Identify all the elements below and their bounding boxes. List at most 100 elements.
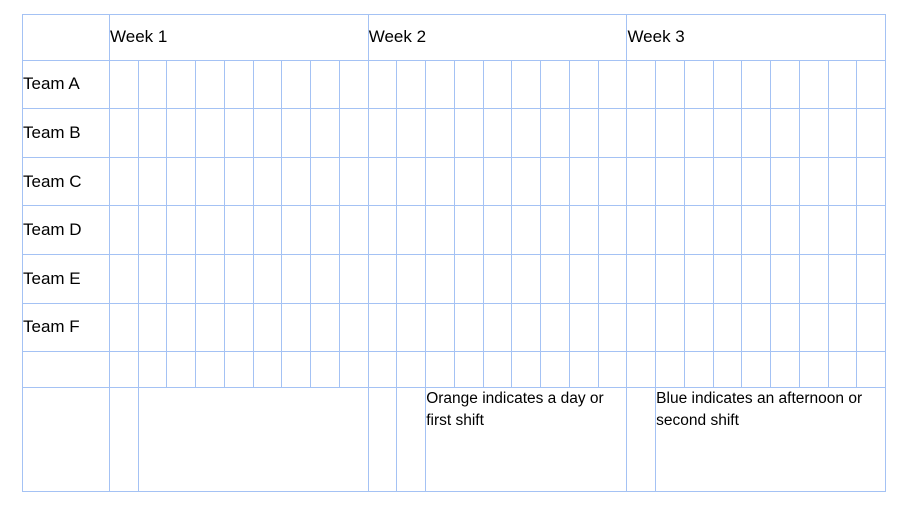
shift-cell-orange[interactable] [856,302,887,353]
shift-cell-empty[interactable] [281,254,312,304]
shift-cell-empty[interactable] [137,108,168,158]
shift-cell-empty[interactable] [568,108,599,158]
shift-cell-empty[interactable] [425,108,455,158]
shift-cell-purple[interactable] [626,156,657,207]
shift-cell-empty[interactable] [597,108,628,158]
shift-cell-purple[interactable] [223,254,254,304]
shift-cell-orange[interactable] [453,205,484,256]
shift-cell-empty[interactable] [396,205,427,256]
shift-cell-empty[interactable] [827,156,858,207]
shift-cell-blue[interactable] [597,59,628,110]
shift-cell-empty[interactable] [712,205,743,256]
shift-cell-blue[interactable] [223,205,254,256]
shift-cell-orange[interactable] [396,156,427,207]
shift-cell-empty[interactable] [109,59,139,110]
shift-cell-blue[interactable] [453,254,484,304]
shift-cell-empty[interactable] [425,205,455,256]
shift-cell-empty[interactable] [338,205,369,256]
shift-cell-empty[interactable] [770,59,800,110]
shift-cell-orange[interactable] [597,254,628,304]
shift-cell-empty[interactable] [568,156,599,207]
shift-cell-empty[interactable] [540,254,570,304]
shift-cell-empty[interactable] [109,205,139,256]
shift-cell-blue[interactable] [770,108,800,158]
shift-cell-purple[interactable] [310,302,340,353]
shift-cell-empty[interactable] [856,254,887,304]
shift-cell-empty[interactable] [683,108,714,158]
shift-cell-empty[interactable] [338,254,369,304]
shift-cell-blue[interactable] [223,156,254,207]
shift-cell-purple[interactable] [856,205,887,256]
shift-cell-orange[interactable] [453,156,484,207]
shift-cell-empty[interactable] [109,156,139,207]
shift-cell-purple[interactable] [166,254,197,304]
shift-cell-orange[interactable] [770,302,800,353]
shift-cell-orange[interactable] [223,108,254,158]
shift-cell-empty[interactable] [511,254,542,304]
shift-cell-purple[interactable] [540,108,570,158]
shift-cell-empty[interactable] [597,205,628,256]
shift-cell-purple[interactable] [453,108,484,158]
shift-cell-empty[interactable] [856,59,887,110]
shift-cell-orange[interactable] [798,302,829,353]
shift-cell-empty[interactable] [683,302,714,353]
shift-cell-purple[interactable] [597,156,628,207]
shift-cell-empty[interactable] [741,59,772,110]
shift-cell-empty[interactable] [798,59,829,110]
shift-cell-empty[interactable] [425,302,455,353]
shift-cell-purple[interactable] [511,108,542,158]
shift-cell-empty[interactable] [310,59,340,110]
shift-cell-empty[interactable] [367,108,398,158]
shift-cell-empty[interactable] [166,302,197,353]
shift-cell-empty[interactable] [482,254,513,304]
shift-cell-empty[interactable] [626,302,657,353]
shift-cell-blue[interactable] [856,108,887,158]
shift-cell-empty[interactable] [367,302,398,353]
shift-cell-blue[interactable] [195,156,225,207]
shift-cell-empty[interactable] [568,254,599,304]
shift-cell-purple[interactable] [655,156,685,207]
shift-cell-empty[interactable] [137,205,168,256]
shift-cell-empty[interactable] [511,59,542,110]
shift-cell-blue[interactable] [367,254,398,304]
shift-cell-empty[interactable] [568,205,599,256]
shift-cell-empty[interactable] [367,205,398,256]
shift-cell-orange[interactable] [626,254,657,304]
shift-cell-empty[interactable] [655,108,685,158]
shift-cell-blue[interactable] [166,156,197,207]
shift-cell-blue[interactable] [281,205,312,256]
shift-cell-orange[interactable] [655,254,685,304]
shift-cell-blue[interactable] [425,254,455,304]
shift-cell-empty[interactable] [482,59,513,110]
shift-cell-blue[interactable] [511,302,542,353]
shift-cell-blue[interactable] [252,205,283,256]
shift-cell-empty[interactable] [741,156,772,207]
shift-cell-empty[interactable] [655,205,685,256]
shift-cell-empty[interactable] [338,156,369,207]
shift-cell-empty[interactable] [712,302,743,353]
shift-cell-empty[interactable] [166,108,197,158]
shift-cell-empty[interactable] [856,156,887,207]
shift-cell-purple[interactable] [770,205,800,256]
shift-cell-orange[interactable] [223,59,254,110]
shift-cell-orange[interactable] [425,156,455,207]
shift-cell-purple[interactable] [482,108,513,158]
shift-cell-empty[interactable] [712,254,743,304]
shift-cell-empty[interactable] [798,156,829,207]
shift-cell-orange[interactable] [540,205,570,256]
shift-cell-empty[interactable] [252,59,283,110]
shift-cell-purple[interactable] [367,59,398,110]
shift-cell-purple[interactable] [741,205,772,256]
shift-cell-empty[interactable] [195,108,225,158]
shift-cell-blue[interactable] [310,205,340,256]
shift-cell-empty[interactable] [683,205,714,256]
shift-cell-orange[interactable] [281,108,312,158]
shift-cell-orange[interactable] [827,302,858,353]
shift-cell-empty[interactable] [712,156,743,207]
shift-cell-empty[interactable] [281,156,312,207]
shift-cell-purple[interactable] [223,302,254,353]
shift-cell-empty[interactable] [396,302,427,353]
shift-cell-blue[interactable] [827,108,858,158]
shift-cell-purple[interactable] [195,254,225,304]
shift-cell-purple[interactable] [137,254,168,304]
